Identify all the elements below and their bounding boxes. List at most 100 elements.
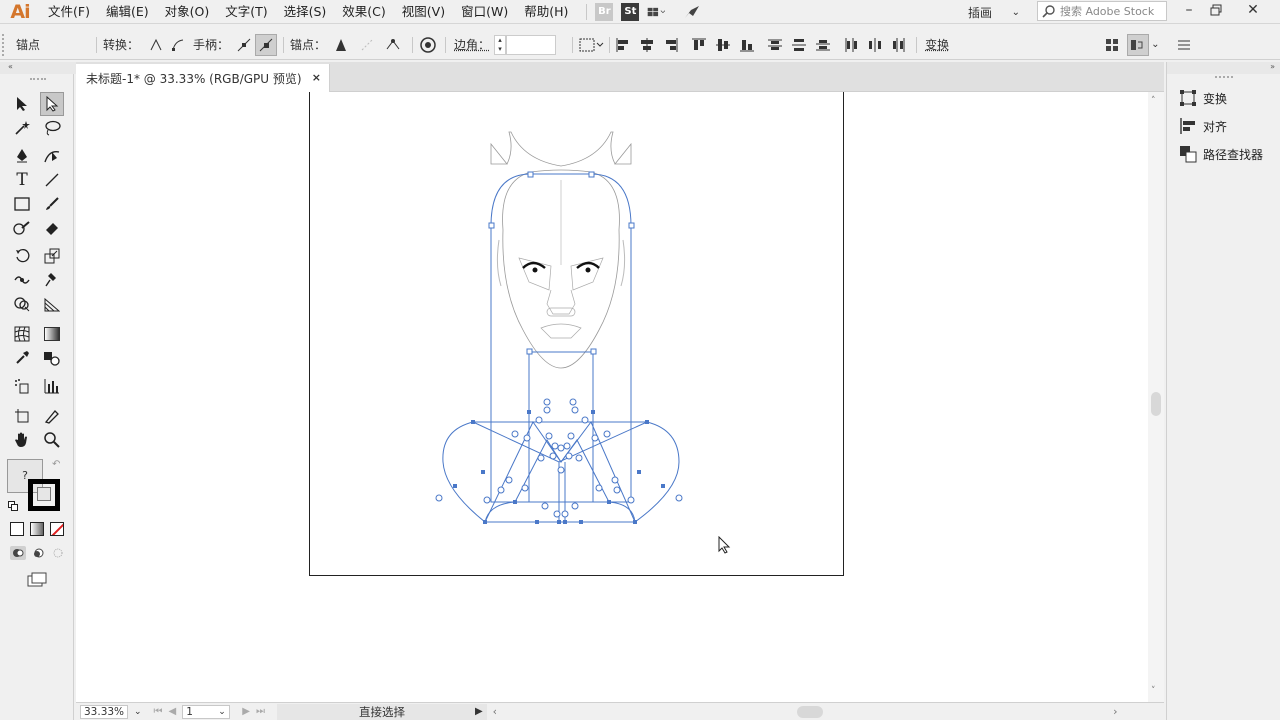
last-page-icon[interactable]: ⏭ xyxy=(256,706,265,717)
connect-anchor-icon[interactable] xyxy=(356,34,378,56)
draw-inside-icon[interactable] xyxy=(50,546,66,560)
pen-tool-icon[interactable] xyxy=(10,144,34,168)
stock-button[interactable]: St xyxy=(621,2,640,21)
vertical-scroll-thumb[interactable] xyxy=(1151,392,1161,416)
workspace-switcher[interactable]: 插画 ⌄ xyxy=(968,2,1020,22)
first-page-icon[interactable]: ⏮ xyxy=(154,706,163,717)
draw-normal-icon[interactable] xyxy=(10,546,26,560)
lasso-tool-icon[interactable] xyxy=(40,116,64,140)
menu-edit[interactable]: 编辑(E) xyxy=(98,0,157,24)
type-tool-icon[interactable]: T xyxy=(10,168,34,192)
grip-handle[interactable] xyxy=(30,78,46,82)
artboard[interactable] xyxy=(309,92,844,576)
align-bottom-icon[interactable] xyxy=(736,34,758,56)
close-window-button[interactable]: ✕ xyxy=(1240,0,1266,20)
align-left-icon[interactable] xyxy=(612,34,634,56)
bridge-button[interactable]: Br xyxy=(595,2,614,21)
perspective-grid-tool-icon[interactable] xyxy=(40,292,64,316)
distribute-vcenter-icon[interactable] xyxy=(788,34,810,56)
minimize-button[interactable]: – xyxy=(1176,0,1202,20)
align-hcenter-icon[interactable] xyxy=(636,34,658,56)
zoom-tool-icon[interactable] xyxy=(40,428,64,452)
hide-handles-icon[interactable] xyxy=(255,33,278,56)
grip-handle[interactable] xyxy=(2,33,10,56)
vertical-scrollbar[interactable]: ˄ ˅ xyxy=(1148,92,1164,702)
shaper-tool-icon[interactable] xyxy=(10,216,34,240)
zoom-dropdown-icon[interactable]: ⌄ xyxy=(134,707,142,717)
current-tool-status[interactable]: 直接选择 xyxy=(276,703,487,720)
cut-path-icon[interactable] xyxy=(382,34,404,56)
menu-object[interactable]: 对象(O) xyxy=(157,0,218,24)
corner-radius-input[interactable] xyxy=(506,34,557,55)
maximize-button[interactable] xyxy=(1203,0,1229,20)
eyedropper-tool-icon[interactable] xyxy=(10,346,34,370)
menu-file[interactable]: 文件(F) xyxy=(40,0,98,24)
draw-behind-icon[interactable] xyxy=(30,546,46,560)
canvas[interactable] xyxy=(76,92,1148,702)
scroll-down-icon[interactable]: ˅ xyxy=(1151,686,1156,696)
direct-selection-tool-icon[interactable] xyxy=(40,92,64,116)
menu-type[interactable]: 文字(T) xyxy=(217,0,275,24)
rotate-tool-icon[interactable] xyxy=(10,244,34,268)
none-mode-icon[interactable] xyxy=(50,522,64,536)
transform-link[interactable]: 变换 xyxy=(925,36,949,53)
align-top-icon[interactable] xyxy=(688,34,710,56)
show-handles-icon[interactable] xyxy=(233,34,255,56)
toolbox-collapse-bar[interactable]: « xyxy=(0,62,76,74)
document-tab[interactable]: 未标题-1* @ 33.33% (RGB/GPU 预览) × xyxy=(76,64,330,92)
scroll-up-icon[interactable]: ˄ xyxy=(1151,96,1156,106)
stock-search[interactable]: 搜索 Adobe Stock xyxy=(1037,1,1167,21)
panel-menu-icon[interactable] xyxy=(1173,34,1195,56)
rocket-icon[interactable] xyxy=(683,3,701,21)
screen-mode-icon[interactable] xyxy=(26,572,50,588)
menu-effect[interactable]: 效果(C) xyxy=(334,0,393,24)
scale-tool-icon[interactable] xyxy=(40,244,64,268)
distribute-left-icon[interactable] xyxy=(840,34,862,56)
zoom-level[interactable]: 33.33% xyxy=(80,704,128,719)
rectangle-tool-icon[interactable] xyxy=(10,192,34,216)
remove-anchor-icon[interactable] xyxy=(330,34,352,56)
prev-page-icon[interactable]: ◀ xyxy=(169,706,177,717)
select-similar-icon[interactable] xyxy=(1127,33,1150,56)
stroke-swatch[interactable] xyxy=(28,479,60,511)
menu-help[interactable]: 帮助(H) xyxy=(516,0,576,24)
artboard-tool-icon[interactable] xyxy=(10,404,34,428)
magic-wand-tool-icon[interactable] xyxy=(10,116,34,140)
align-to-icon[interactable] xyxy=(577,34,605,56)
slice-tool-icon[interactable] xyxy=(40,404,64,428)
shape-builder-tool-icon[interactable] xyxy=(10,292,34,316)
hand-tool-icon[interactable] xyxy=(10,428,34,452)
scroll-right-icon[interactable]: › xyxy=(1113,705,1117,718)
paintbrush-tool-icon[interactable] xyxy=(40,192,64,216)
align-right-icon[interactable] xyxy=(660,34,682,56)
next-page-icon[interactable]: ▶ xyxy=(242,706,250,717)
convert-to-corner-icon[interactable] xyxy=(145,34,167,56)
arrange-documents-icon[interactable] xyxy=(647,3,666,21)
page-dropdown-icon[interactable]: ⌄ xyxy=(218,707,230,717)
selection-tool-icon[interactable] xyxy=(10,92,34,116)
transform-panel-tab[interactable]: 变换 xyxy=(1167,84,1280,112)
panel-collapse-bar[interactable]: » xyxy=(1167,62,1280,74)
align-vcenter-icon[interactable] xyxy=(712,34,734,56)
line-segment-tool-icon[interactable] xyxy=(40,168,64,192)
convert-to-smooth-icon[interactable] xyxy=(167,34,189,56)
curvature-tool-icon[interactable] xyxy=(40,144,64,168)
default-colors-icon[interactable] xyxy=(8,500,18,511)
mesh-tool-icon[interactable] xyxy=(10,322,34,346)
status-menu-arrow-icon[interactable]: ▶ xyxy=(475,706,483,717)
distribute-top-icon[interactable] xyxy=(764,34,786,56)
align-panel-tab[interactable]: 对齐 xyxy=(1167,112,1280,140)
isolate-icon[interactable] xyxy=(1101,34,1123,56)
horizontal-scroll-thumb[interactable] xyxy=(797,705,824,718)
swap-fill-stroke-icon[interactable]: ↶ xyxy=(52,459,60,470)
menu-select[interactable]: 选择(S) xyxy=(276,0,335,24)
distribute-hcenter-icon[interactable] xyxy=(864,34,886,56)
menu-view[interactable]: 视图(V) xyxy=(394,0,453,24)
close-icon[interactable]: × xyxy=(312,71,321,84)
eraser-tool-icon[interactable] xyxy=(40,216,64,240)
scroll-left-icon[interactable]: ‹ xyxy=(493,705,497,718)
recolor-icon[interactable] xyxy=(417,34,439,56)
blend-tool-icon[interactable] xyxy=(40,346,64,370)
distribute-right-icon[interactable] xyxy=(888,34,910,56)
color-mode-icon[interactable] xyxy=(10,522,24,536)
